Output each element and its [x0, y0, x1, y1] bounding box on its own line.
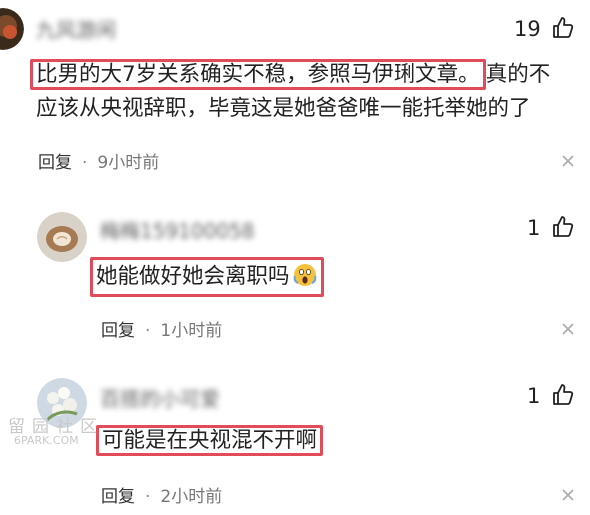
- like-icon: [553, 17, 574, 38]
- like-count: 1: [527, 216, 541, 240]
- close-icon: [562, 489, 574, 501]
- highlight-box: 比男的大7岁关系确实不稳，参照马伊琍文章。: [30, 59, 486, 90]
- comment-meta: 回复 · 9小时前: [38, 148, 159, 173]
- timestamp: 1小时前: [160, 321, 223, 341]
- watermark-bottom: 6PARK.COM: [14, 434, 79, 447]
- close-icon: [562, 323, 574, 335]
- close-icon: [562, 155, 574, 167]
- close-button[interactable]: [561, 321, 575, 340]
- reply-button[interactable]: 回复: [101, 487, 135, 507]
- comment-text: 可能是在央视混不开啊: [96, 424, 324, 458]
- comment-meta: 回复 · 1小时前: [101, 316, 222, 341]
- close-button[interactable]: [561, 153, 575, 172]
- comment-meta: 回复 · 2小时前: [101, 482, 222, 507]
- comment-text-line2: 应该从央视辞职，毕竟这是她爸爸唯一能托举她的了: [36, 96, 531, 121]
- close-button[interactable]: [561, 487, 575, 506]
- comment-text: 比男的大7岁关系确实不稳，参照马伊琍文章。 真的不: [30, 58, 551, 92]
- timestamp: 2小时前: [160, 487, 223, 507]
- like-icon: [553, 216, 574, 237]
- reply-button[interactable]: 回复: [38, 153, 72, 173]
- like-button[interactable]: [551, 215, 575, 243]
- username[interactable]: 梅梅159100058: [100, 215, 255, 244]
- avatar[interactable]: [37, 212, 87, 262]
- comment-text-rest: 真的不: [485, 62, 551, 87]
- username[interactable]: 九风游闲: [36, 14, 116, 43]
- separator-dot: ·: [145, 487, 151, 507]
- scream-emoji: [293, 264, 316, 286]
- like-button[interactable]: [551, 383, 575, 411]
- like-icon: [553, 384, 574, 405]
- comment-text: 她能做好她会离职吗: [90, 257, 324, 297]
- like-button[interactable]: [551, 16, 575, 44]
- highlight-box: 可能是在央视混不开啊: [96, 425, 324, 456]
- username[interactable]: 百搭的小可爱: [100, 383, 220, 412]
- timestamp: 9小时前: [97, 153, 160, 173]
- separator-dot: ·: [145, 321, 151, 341]
- separator-dot: ·: [82, 153, 88, 173]
- highlight-box: 她能做好她会离职吗: [90, 257, 324, 297]
- like-count: 1: [527, 384, 541, 408]
- reply-button[interactable]: 回复: [101, 321, 135, 341]
- avatar[interactable]: [0, 8, 24, 50]
- like-count: 19: [514, 17, 541, 41]
- comment-text-content: 她能做好她会离职吗: [96, 264, 290, 289]
